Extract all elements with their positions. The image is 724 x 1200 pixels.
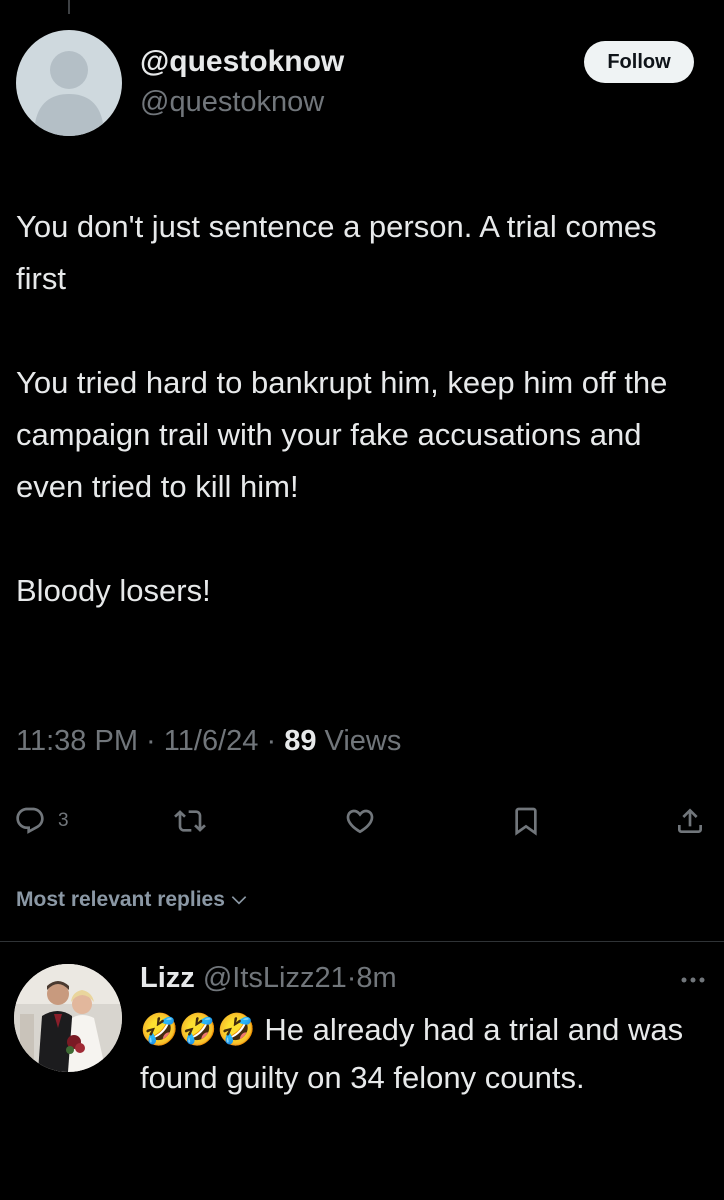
default-avatar-icon: [34, 51, 104, 136]
meta-separator: ·: [146, 725, 156, 757]
reply-header[interactable]: Lizz @ItsLizz21·8m: [140, 962, 397, 995]
reply-button[interactable]: 3: [14, 798, 69, 844]
reply-text: 🤣🤣🤣 He already had a trial and was found…: [140, 1006, 710, 1102]
tweet-paragraph: You tried hard to bankrupt him, keep him…: [16, 365, 668, 504]
replies-sort-dropdown[interactable]: Most relevant replies: [16, 888, 249, 912]
reply-avatar[interactable]: [14, 964, 122, 1072]
chevron-down-icon: [231, 896, 247, 905]
reply-count: 3: [58, 810, 69, 831]
reply-icon: [16, 807, 44, 834]
author-display-name[interactable]: @questoknow: [140, 44, 344, 80]
follow-button[interactable]: Follow: [584, 41, 694, 83]
reply-separator: ·: [346, 962, 357, 994]
like-button[interactable]: [344, 798, 376, 844]
retweet-icon: [174, 810, 206, 832]
wedding-photo-avatar: [14, 964, 122, 1072]
more-icon: [681, 977, 705, 983]
author-avatar[interactable]: [16, 30, 122, 136]
thread-connector-line: [68, 0, 70, 14]
tweet-date[interactable]: 11/6/24: [164, 725, 259, 757]
share-icon: [678, 808, 702, 833]
replies-sort-label: Most relevant replies: [16, 888, 225, 911]
tweet-time[interactable]: 11:38 PM: [16, 725, 138, 757]
reply-author-handle[interactable]: @ItsLizz21: [203, 962, 347, 994]
views-label[interactable]: Views: [325, 725, 402, 757]
views-count[interactable]: 89: [284, 725, 316, 757]
action-bar: 3: [0, 798, 724, 844]
tweet-paragraph: You don't just sentence a person. A tria…: [16, 209, 657, 296]
reply-author-name[interactable]: Lizz: [140, 962, 195, 994]
tweet-paragraph: Bloody losers!: [16, 573, 211, 608]
author-handle[interactable]: @questoknow: [140, 84, 344, 120]
reply-time[interactable]: 8m: [356, 962, 396, 994]
divider: [0, 941, 724, 942]
rofl-emoji: 🤣🤣🤣: [140, 1012, 256, 1047]
share-button[interactable]: [674, 798, 706, 844]
bookmark-button[interactable]: [510, 798, 542, 844]
heart-icon: [346, 809, 374, 834]
reply-more-button[interactable]: [675, 968, 711, 992]
tweet-metadata: 11:38 PM · 11/6/24 · 89 Views: [16, 725, 401, 758]
bookmark-icon: [515, 807, 537, 836]
tweet-text: You don't just sentence a person. A tria…: [16, 201, 706, 617]
author-info[interactable]: @questoknow @questoknow: [140, 44, 344, 120]
retweet-button[interactable]: [174, 798, 206, 844]
meta-separator: ·: [266, 725, 277, 757]
